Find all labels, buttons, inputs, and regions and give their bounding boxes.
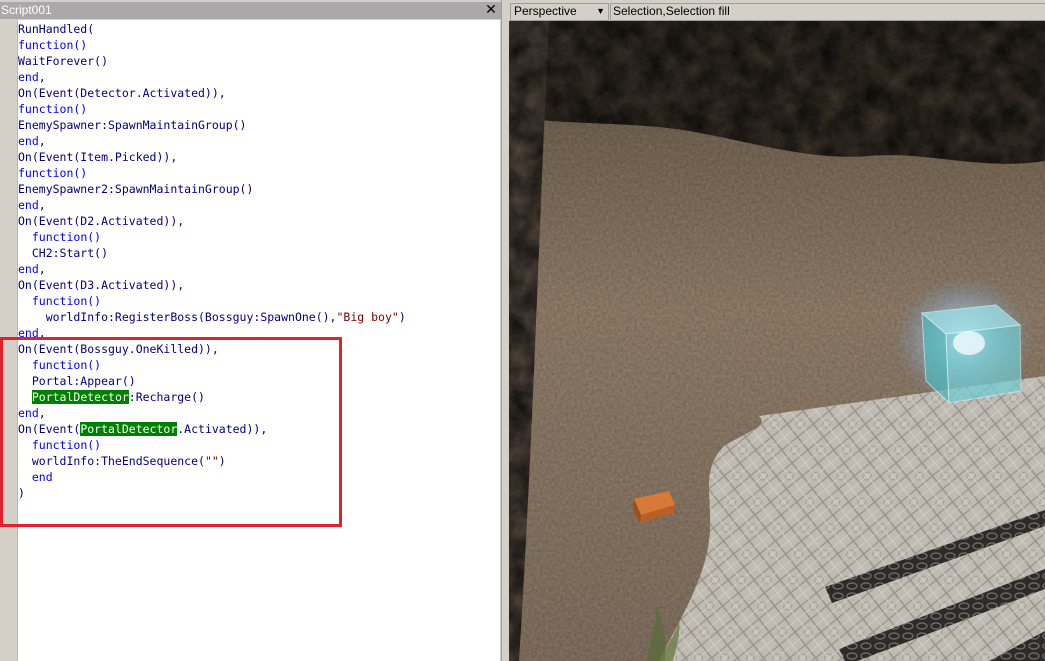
code-token: end	[18, 262, 39, 276]
code-line: On(Event(D3.Activated)),	[18, 277, 406, 293]
script-titlebar: Script001 ✕	[0, 2, 501, 19]
code-line: end,	[18, 261, 406, 277]
code-token: )	[218, 454, 226, 468]
code-token: function()	[31, 438, 102, 452]
render-mode-value: Selection,Selection fill	[613, 4, 730, 18]
code-token: worldInfo:RegisterBoss(Bossguy:SpawnOne(…	[18, 310, 337, 324]
code-token: RunHandled(	[18, 22, 95, 36]
scene-render	[509, 21, 1045, 661]
viewport-panel: Perspective ▼ Selection,Selection fill	[509, 0, 1045, 661]
code-token: )	[18, 486, 25, 500]
code-line: function()	[18, 165, 406, 181]
code-line: end,	[18, 405, 406, 421]
code-line: end,	[18, 133, 406, 149]
code-token: ,	[38, 406, 46, 420]
code-token: On(Event(Item.Picked)),	[18, 150, 178, 164]
code-line: WaitForever()	[18, 53, 406, 69]
code-token: .Activated)),	[177, 422, 268, 436]
code-line: On(Event(Detector.Activated)),	[18, 85, 406, 101]
code-line: end,	[18, 197, 406, 213]
code-line: On(Event(PortalDetector.Activated)),	[18, 421, 406, 437]
code-line: function()	[18, 437, 406, 453]
code-token: On(Event(	[18, 422, 81, 436]
view-mode-value: Perspective	[514, 4, 577, 18]
code-line: function()	[18, 37, 406, 53]
code-line: PortalDetector:Recharge()	[18, 389, 406, 405]
code-line: end	[18, 469, 406, 485]
code-token: end	[18, 198, 39, 212]
code-text: RunHandled(function() WaitForever() end, On…	[18, 21, 406, 501]
code-token: On(Event(D2.Activated)),	[18, 214, 185, 228]
code-token: On(Event(Detector.Activated)),	[18, 86, 226, 100]
code-line: end,	[18, 69, 406, 85]
code-token: function()	[18, 166, 88, 180]
code-token: On(Event(Bossguy.OneKilled)),	[18, 342, 219, 356]
code-token: ,	[38, 198, 46, 212]
code-line: On(Event(D2.Activated)),	[18, 213, 406, 229]
code-token: EnemySpawner2:SpawnMaintainGroup()	[18, 182, 254, 196]
code-line: On(Event(Item.Picked)),	[18, 149, 406, 165]
code-line: )	[18, 485, 406, 501]
code-token: CH2:Start()	[18, 246, 109, 260]
code-token: WaitForever()	[18, 54, 109, 68]
code-token: function()	[18, 38, 88, 52]
code-token: EnemySpawner:SpawnMaintainGroup()	[18, 118, 247, 132]
code-token: end	[18, 326, 39, 340]
editor-gutter	[0, 20, 18, 661]
chevron-down-icon: ▼	[596, 6, 605, 16]
code-token: ,	[38, 70, 46, 84]
viewport-toolbar: Perspective ▼ Selection,Selection fill	[509, 2, 1045, 21]
view-mode-dropdown[interactable]: Perspective ▼	[510, 3, 609, 21]
code-line: On(Event(Bossguy.OneKilled)),	[18, 341, 406, 357]
code-line: CH2:Start()	[18, 245, 406, 261]
code-token: worldInfo:TheEndSequence(	[18, 454, 205, 468]
code-token: :Recharge()	[128, 390, 205, 404]
code-line: end,	[18, 325, 406, 341]
code-line: Portal:Appear()	[18, 373, 406, 389]
code-line: EnemySpawner:SpawnMaintainGroup()	[18, 117, 406, 133]
code-token: ,	[38, 326, 46, 340]
code-line: function()	[18, 293, 406, 309]
code-editor[interactable]: RunHandled(function() WaitForever() end, On…	[18, 20, 500, 661]
code-token: Portal:Appear()	[18, 374, 136, 388]
code-token: ,	[38, 134, 46, 148]
code-token: "Big boy"	[336, 310, 399, 324]
code-line: function()	[18, 101, 406, 117]
script-editor-panel: Script001 ✕ RunHandled( function() WaitFor…	[0, 0, 503, 661]
code-token: function()	[31, 230, 102, 244]
code-line: RunHandled(	[18, 21, 406, 37]
script-title: Script001	[1, 3, 52, 17]
code-token: function()	[31, 294, 102, 308]
code-token: end	[18, 406, 39, 420]
code-token: function()	[31, 358, 102, 372]
selected-identifier: PortalDetector	[80, 422, 178, 436]
code-line: function()	[18, 357, 406, 373]
code-line: worldInfo:TheEndSequence("")	[18, 453, 406, 469]
code-token: On(Event(D3.Activated)),	[18, 278, 185, 292]
code-line: function()	[18, 229, 406, 245]
code-line: worldInfo:RegisterBoss(Bossguy:SpawnOne(…	[18, 309, 406, 325]
3d-viewport-scene[interactable]	[509, 21, 1045, 661]
code-token: )	[398, 310, 406, 324]
code-token: end	[18, 134, 39, 148]
render-mode-field[interactable]: Selection,Selection fill	[610, 3, 1045, 21]
code-token: end	[31, 470, 53, 484]
code-token: ""	[204, 454, 219, 468]
code-token: function()	[18, 102, 88, 116]
code-line: EnemySpawner2:SpawnMaintainGroup()	[18, 181, 406, 197]
selected-identifier: PortalDetector	[31, 390, 129, 404]
close-icon[interactable]: ✕	[484, 3, 498, 17]
code-token: ,	[38, 262, 46, 276]
code-token: end	[18, 70, 39, 84]
